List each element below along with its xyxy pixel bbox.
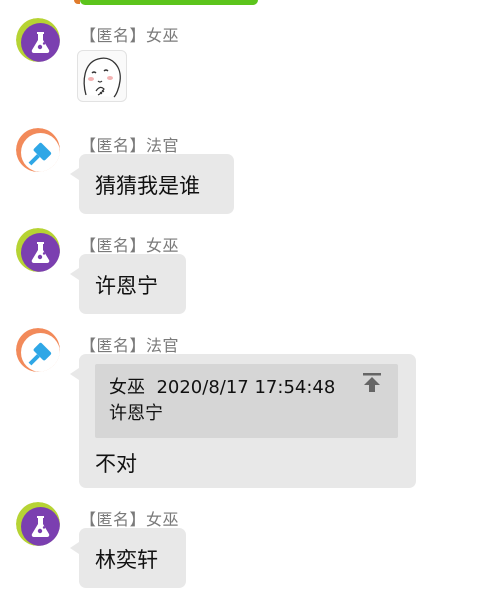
avatar[interactable] — [16, 128, 60, 172]
sender-name: 【匿名】女巫 — [80, 510, 180, 529]
message-bubble[interactable]: 猜猜我是谁 — [70, 154, 234, 214]
bubble-tail — [70, 268, 79, 280]
message-text: 不对 — [95, 452, 137, 476]
previous-message-corner — [74, 0, 80, 4]
message-bubble[interactable]: 林奕轩 — [70, 528, 186, 588]
quote-text: 许恩宁 — [109, 403, 163, 424]
avatar[interactable] — [16, 228, 60, 272]
message-text: 猜猜我是谁 — [95, 174, 200, 198]
message-bubble[interactable]: 许恩宁 — [70, 254, 186, 314]
previous-message-edge — [74, 0, 258, 5]
flask-icon — [16, 228, 60, 272]
quoted-message[interactable]: 女巫 2020/8/17 17:54:48 许恩宁 — [95, 364, 398, 438]
quote-header: 女巫 2020/8/17 17:54:48 — [109, 373, 335, 399]
avatar[interactable] — [16, 328, 60, 372]
avatar[interactable] — [16, 18, 60, 62]
bubble-tail — [70, 168, 79, 180]
gavel-icon — [16, 128, 60, 172]
bubble-tail — [70, 368, 79, 380]
quote-author: 女巫 — [109, 377, 145, 398]
message-text: 林奕轩 — [95, 548, 158, 572]
avatar[interactable] — [16, 502, 60, 546]
sender-name: 【匿名】法官 — [80, 136, 180, 155]
sender-name: 【匿名】女巫 — [80, 26, 180, 45]
bubble-tail — [70, 542, 79, 554]
flask-icon — [16, 502, 60, 546]
flask-icon — [16, 18, 60, 62]
quote-timestamp: 2020/8/17 17:54:48 — [156, 377, 336, 398]
chat-window: 【匿名】女巫 【匿名】法官 猜猜我是谁 【匿名】女巫 许恩宁 【匿名】法官 女巫… — [0, 0, 502, 595]
sender-name: 【匿名】女巫 — [80, 236, 180, 255]
jump-to-top-icon[interactable] — [360, 370, 384, 394]
shy-bun-sticker[interactable] — [77, 50, 127, 102]
message-bubble[interactable]: 女巫 2020/8/17 17:54:48 许恩宁 不对 — [70, 354, 416, 488]
gavel-icon — [16, 328, 60, 372]
message-text: 许恩宁 — [95, 274, 158, 298]
sender-name: 【匿名】法官 — [80, 336, 180, 355]
